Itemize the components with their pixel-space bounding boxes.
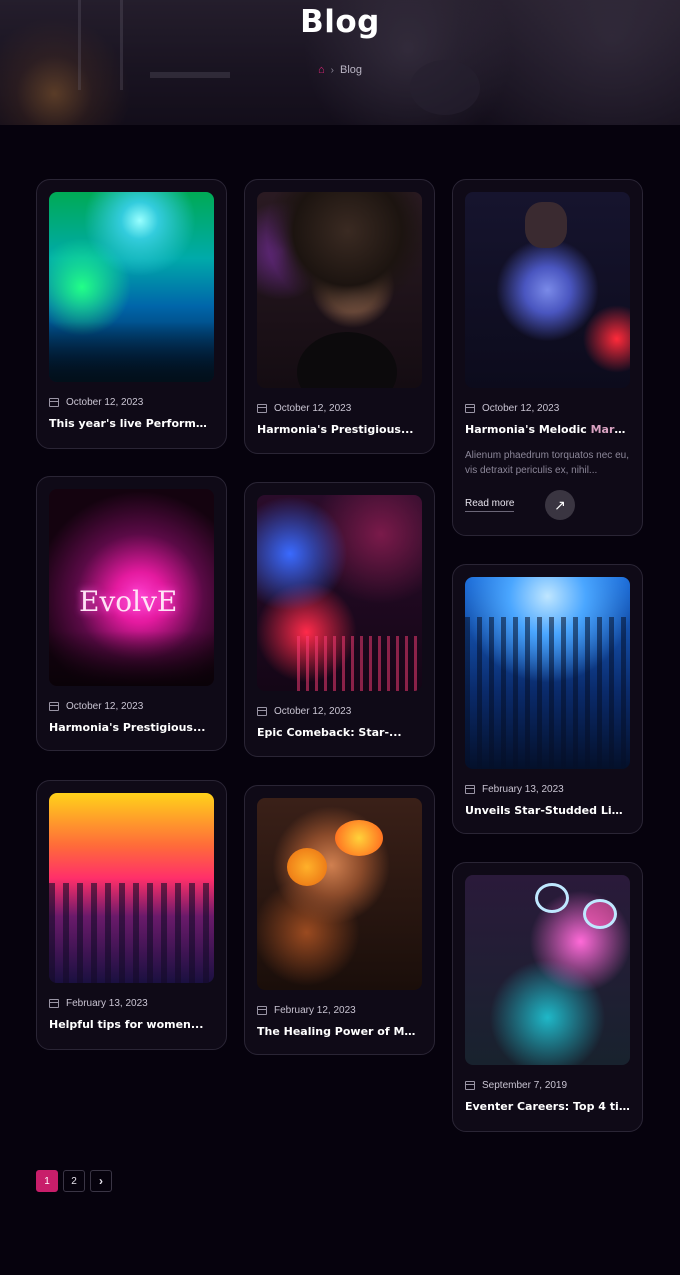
blog-card[interactable]: October 12, 2023 This year's live Perfor… bbox=[36, 179, 227, 449]
post-title[interactable]: This year's live Performance... bbox=[49, 417, 214, 430]
post-date: February 13, 2023 bbox=[465, 784, 630, 795]
blog-card[interactable]: October 12, 2023 Epic Comeback: Star-... bbox=[244, 482, 435, 757]
read-more-link[interactable]: Read more bbox=[465, 498, 515, 512]
post-date: October 12, 2023 bbox=[49, 701, 214, 712]
neon-sign-graphic: EvolvE bbox=[79, 585, 178, 618]
calendar-icon bbox=[49, 702, 59, 711]
home-icon[interactable]: ⌂ bbox=[318, 64, 325, 76]
blog-card[interactable]: EvolvE October 12, 2023 Harmonia's Prest… bbox=[36, 476, 227, 751]
calendar-icon bbox=[49, 398, 59, 407]
post-image-mixing-console[interactable] bbox=[49, 793, 214, 983]
breadcrumb-current: Blog bbox=[339, 64, 363, 76]
breadcrumb-separator: › bbox=[330, 64, 334, 76]
post-image-woman-vinyl[interactable] bbox=[257, 192, 422, 388]
post-date: October 12, 2023 bbox=[49, 397, 214, 408]
calendar-icon bbox=[465, 404, 475, 413]
post-title[interactable]: Helpful tips for women... bbox=[49, 1018, 214, 1031]
calendar-icon bbox=[257, 404, 267, 413]
post-title[interactable]: Epic Comeback: Star-... bbox=[257, 726, 422, 739]
calendar-icon bbox=[257, 1006, 267, 1015]
post-title[interactable]: Harmonia's Prestigious... bbox=[257, 423, 422, 436]
post-image-singer[interactable] bbox=[465, 192, 630, 388]
page-title: Blog bbox=[300, 4, 380, 40]
post-date: October 12, 2023 bbox=[465, 403, 630, 414]
post-excerpt: Alienum phaedrum torquatos nec eu, vis d… bbox=[465, 450, 629, 476]
calendar-icon bbox=[49, 999, 59, 1008]
breadcrumb: ⌂ › Blog bbox=[0, 64, 680, 76]
page-1-button[interactable]: 1 bbox=[36, 1170, 58, 1192]
chevron-right-icon[interactable]: › bbox=[90, 1170, 112, 1192]
post-date: October 12, 2023 bbox=[257, 403, 422, 414]
blog-card[interactable]: February 13, 2023 Helpful tips for women… bbox=[36, 780, 227, 1050]
arrow-up-right-icon[interactable]: ↗ bbox=[545, 490, 575, 520]
post-title[interactable]: Eventer Careers: Top 4 tips t... bbox=[465, 1100, 630, 1113]
post-image-woman-neon-glasses[interactable] bbox=[465, 875, 630, 1065]
calendar-icon bbox=[465, 1081, 475, 1090]
blog-card[interactable]: September 7, 2019 Eventer Careers: Top 4… bbox=[452, 862, 643, 1132]
post-image-woman-sunglasses[interactable] bbox=[257, 798, 422, 990]
post-date: September 7, 2019 bbox=[465, 1080, 630, 1091]
page-hero: Blog ⌂ › Blog bbox=[0, 0, 680, 125]
post-image-evolve-stage[interactable]: EvolvE bbox=[49, 489, 214, 686]
blog-card[interactable]: February 13, 2023 Unveils Star-Studded L… bbox=[452, 564, 643, 834]
blog-card[interactable]: October 12, 2023 Harmonia's Prestigious.… bbox=[244, 179, 435, 454]
post-date: October 12, 2023 bbox=[257, 706, 422, 717]
post-title[interactable]: Harmonia's Melodic Marvel! bbox=[465, 423, 630, 436]
page-2-button[interactable]: 2 bbox=[63, 1170, 85, 1192]
blog-card[interactable]: October 12, 2023 Harmonia's Melodic Marv… bbox=[452, 179, 643, 536]
blog-card[interactable]: February 12, 2023 The Healing Power of M… bbox=[244, 785, 435, 1055]
post-image-dj-controller[interactable] bbox=[465, 577, 630, 769]
post-image-dj-mixer[interactable] bbox=[257, 495, 422, 691]
pagination: 1 2 › bbox=[36, 1170, 112, 1192]
post-date: February 12, 2023 bbox=[257, 1005, 422, 1016]
post-date: February 13, 2023 bbox=[49, 998, 214, 1009]
post-image-concert-crowd[interactable] bbox=[49, 192, 214, 382]
post-title[interactable]: The Healing Power of Music:... bbox=[257, 1025, 422, 1038]
calendar-icon bbox=[465, 785, 475, 794]
calendar-icon bbox=[257, 707, 267, 716]
post-title[interactable]: Harmonia's Prestigious... bbox=[49, 721, 214, 734]
post-title[interactable]: Unveils Star-Studded Lineu... bbox=[465, 804, 630, 817]
